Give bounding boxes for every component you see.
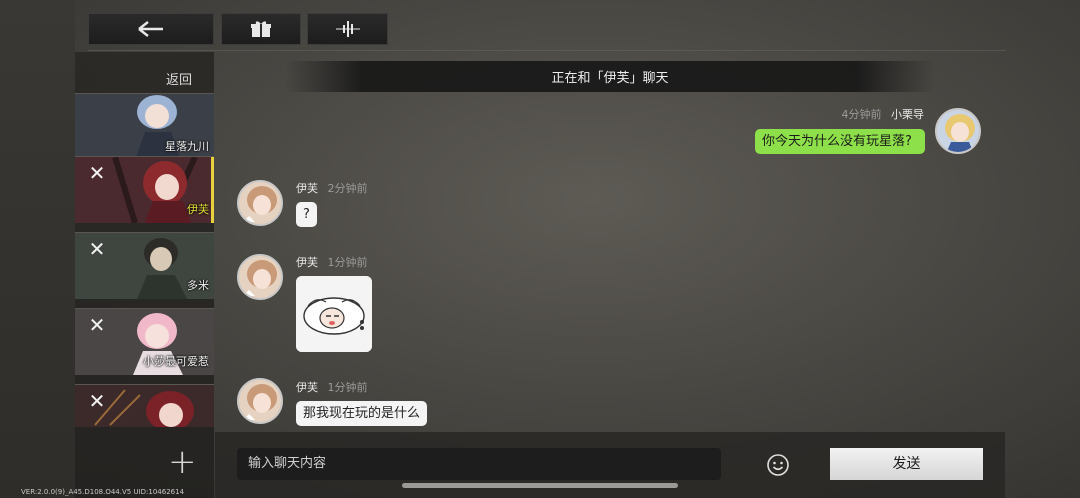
send-button[interactable]: 发送 xyxy=(830,448,983,480)
message-bubble: 那我现在玩的是什么 xyxy=(296,401,428,426)
message-time: 2分钟前 xyxy=(327,182,368,195)
smiley-icon xyxy=(767,454,789,476)
message-sender: 伊芙 xyxy=(296,381,318,394)
message-meta: 4分钟前 小栗导 xyxy=(842,106,925,122)
chat-name: 星落九川 xyxy=(165,140,209,153)
sleeping-chibi-sticker xyxy=(296,276,372,352)
sticker-message[interactable] xyxy=(296,276,372,352)
gift-button[interactable] xyxy=(221,13,301,45)
contact-avatar[interactable] xyxy=(237,254,283,300)
chat-header: 正在和「伊芙」聊天 xyxy=(285,61,935,92)
message-meta: 伊芙 1分钟前 xyxy=(296,379,368,395)
close-chat-icon[interactable]: ✕ xyxy=(87,391,107,411)
chat-list-sidebar: 返回 星落九川 ✕ 伊芙 ✕ 多米 ✕ 小莎最可爱惹 ✕ + xyxy=(75,52,214,498)
message-sender: 小栗导 xyxy=(891,108,924,121)
add-chat-button[interactable]: + xyxy=(168,445,197,479)
home-indicator xyxy=(402,483,678,488)
chat-title: 正在和「伊芙」聊天 xyxy=(551,71,669,86)
message-meta: 伊芙 2分钟前 xyxy=(296,180,368,196)
contact-avatar[interactable] xyxy=(237,180,283,226)
close-chat-icon[interactable]: ✕ xyxy=(87,163,107,183)
gift-icon xyxy=(251,21,271,37)
chat-input[interactable]: 输入聊天内容 xyxy=(237,448,721,480)
chat-list-item[interactable]: 星落九川 xyxy=(75,93,214,160)
message-time: 4分钟前 xyxy=(841,108,882,121)
close-chat-icon[interactable]: ✕ xyxy=(87,315,107,335)
version-text: VER:2.0.0(9)_A45.D108.O44.V5 UID:1046261… xyxy=(21,488,185,496)
close-chat-icon[interactable]: ✕ xyxy=(87,239,107,259)
message-time: 1分钟前 xyxy=(327,381,368,394)
message-bubble-mine: 你今天为什么没有玩星落? xyxy=(755,129,925,154)
contact-avatar[interactable] xyxy=(237,378,283,424)
chat-list-item[interactable]: ✕ xyxy=(75,384,214,427)
chat-list-item[interactable]: ✕ 小莎最可爱惹 xyxy=(75,308,214,375)
left-rail xyxy=(0,0,75,498)
back-label[interactable]: 返回 xyxy=(166,69,192,88)
back-arrow-icon xyxy=(138,21,163,37)
avatar-art xyxy=(937,110,979,152)
voice-button[interactable] xyxy=(307,13,388,45)
emoji-button[interactable] xyxy=(766,453,790,477)
chat-name: 小莎最可爱惹 xyxy=(143,355,209,368)
avatar-art xyxy=(239,256,281,298)
message-bubble: ? xyxy=(296,202,317,227)
message-meta: 伊芙 1分钟前 xyxy=(296,254,368,270)
avatar-art xyxy=(239,182,281,224)
my-avatar[interactable] xyxy=(935,108,981,154)
chat-list-item-active[interactable]: ✕ 伊芙 xyxy=(75,156,214,223)
back-button[interactable] xyxy=(88,13,214,45)
chat-name: 伊芙 xyxy=(187,203,209,216)
toolbar-divider xyxy=(88,50,1006,51)
plus-icon: + xyxy=(168,442,197,482)
chat-name: 多米 xyxy=(187,279,209,292)
message-sender: 伊芙 xyxy=(296,182,318,195)
audio-wave-icon xyxy=(335,21,360,37)
chat-list-item[interactable]: ✕ 多米 xyxy=(75,232,214,299)
message-time: 1分钟前 xyxy=(327,256,368,269)
message-sender: 伊芙 xyxy=(296,256,318,269)
avatar-art xyxy=(239,380,281,422)
